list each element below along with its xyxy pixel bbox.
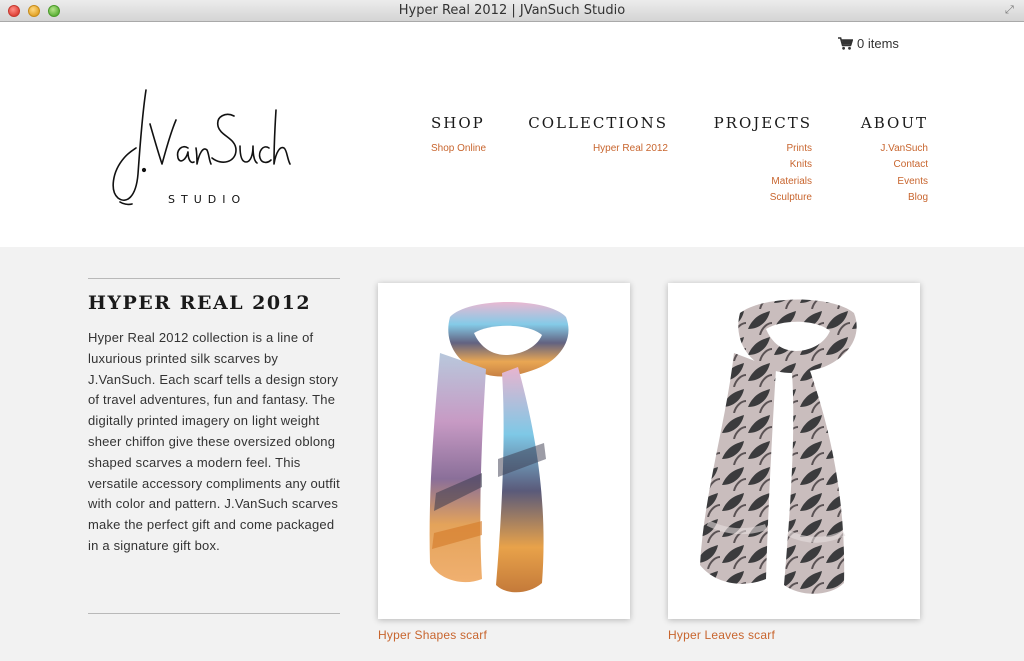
- nav-about: ABOUT J.VanSuch Contact Events Blog: [861, 114, 928, 206]
- nav-link-hyper-real-2012[interactable]: Hyper Real 2012: [528, 141, 668, 157]
- product-image-hyper-shapes[interactable]: [378, 283, 630, 619]
- nav-link-jvansuch[interactable]: J.VanSuch: [861, 141, 928, 157]
- nav-collections-heading[interactable]: COLLECTIONS: [528, 114, 668, 132]
- nav-projects-heading[interactable]: PROJECTS: [714, 114, 812, 132]
- scarf-image: [429, 302, 569, 593]
- product-image-hyper-leaves[interactable]: [668, 283, 920, 619]
- site-header: 0 items STUDIO SHOP Shop Online COLLECTI…: [0, 22, 1024, 247]
- window-title: Hyper Real 2012 | JVanSuch Studio: [398, 3, 626, 18]
- cart-count: 0 items: [857, 36, 899, 51]
- nav-link-events[interactable]: Events: [861, 174, 928, 190]
- nav-shop-heading[interactable]: SHOP: [431, 114, 486, 132]
- nav-link-materials[interactable]: Materials: [714, 174, 812, 190]
- scarf-image: [700, 299, 857, 594]
- logo-studio-text: STUDIO: [168, 193, 246, 206]
- product-link-hyper-shapes[interactable]: Hyper Shapes scarf: [378, 628, 630, 642]
- nav-link-prints[interactable]: Prints: [714, 141, 812, 157]
- nav-link-sculpture[interactable]: Sculpture: [714, 190, 812, 206]
- nav-link-contact[interactable]: Contact: [861, 157, 928, 173]
- nav-link-shop-online[interactable]: Shop Online: [431, 141, 486, 157]
- studio-logo[interactable]: STUDIO: [106, 86, 292, 208]
- divider-bottom: [88, 613, 340, 614]
- window-titlebar: Hyper Real 2012 | JVanSuch Studio ⤢: [0, 0, 1024, 22]
- product-link-hyper-leaves[interactable]: Hyper Leaves scarf: [668, 628, 920, 642]
- nav-projects: PROJECTS Prints Knits Materials Sculptur…: [714, 114, 812, 206]
- product-card: Hyper Shapes scarf: [378, 283, 630, 642]
- cart-link[interactable]: 0 items: [838, 36, 899, 51]
- fullscreen-icon[interactable]: ⤢: [1005, 4, 1017, 16]
- main-content: HYPER REAL 2012 Hyper Real 2012 collecti…: [0, 247, 1024, 661]
- collection-info: HYPER REAL 2012 Hyper Real 2012 collecti…: [88, 278, 340, 557]
- product-card: Hyper Leaves scarf: [668, 283, 920, 642]
- nav-collections: COLLECTIONS Hyper Real 2012: [528, 114, 668, 157]
- nav-link-knits[interactable]: Knits: [714, 157, 812, 173]
- collection-description: Hyper Real 2012 collection is a line of …: [88, 330, 340, 553]
- nav-shop: SHOP Shop Online: [431, 114, 486, 157]
- collection-title: HYPER REAL 2012: [88, 292, 312, 314]
- cart-icon: [838, 37, 853, 50]
- divider-top: [88, 278, 340, 279]
- nav-about-heading[interactable]: ABOUT: [861, 114, 928, 132]
- nav-link-blog[interactable]: Blog: [861, 190, 928, 206]
